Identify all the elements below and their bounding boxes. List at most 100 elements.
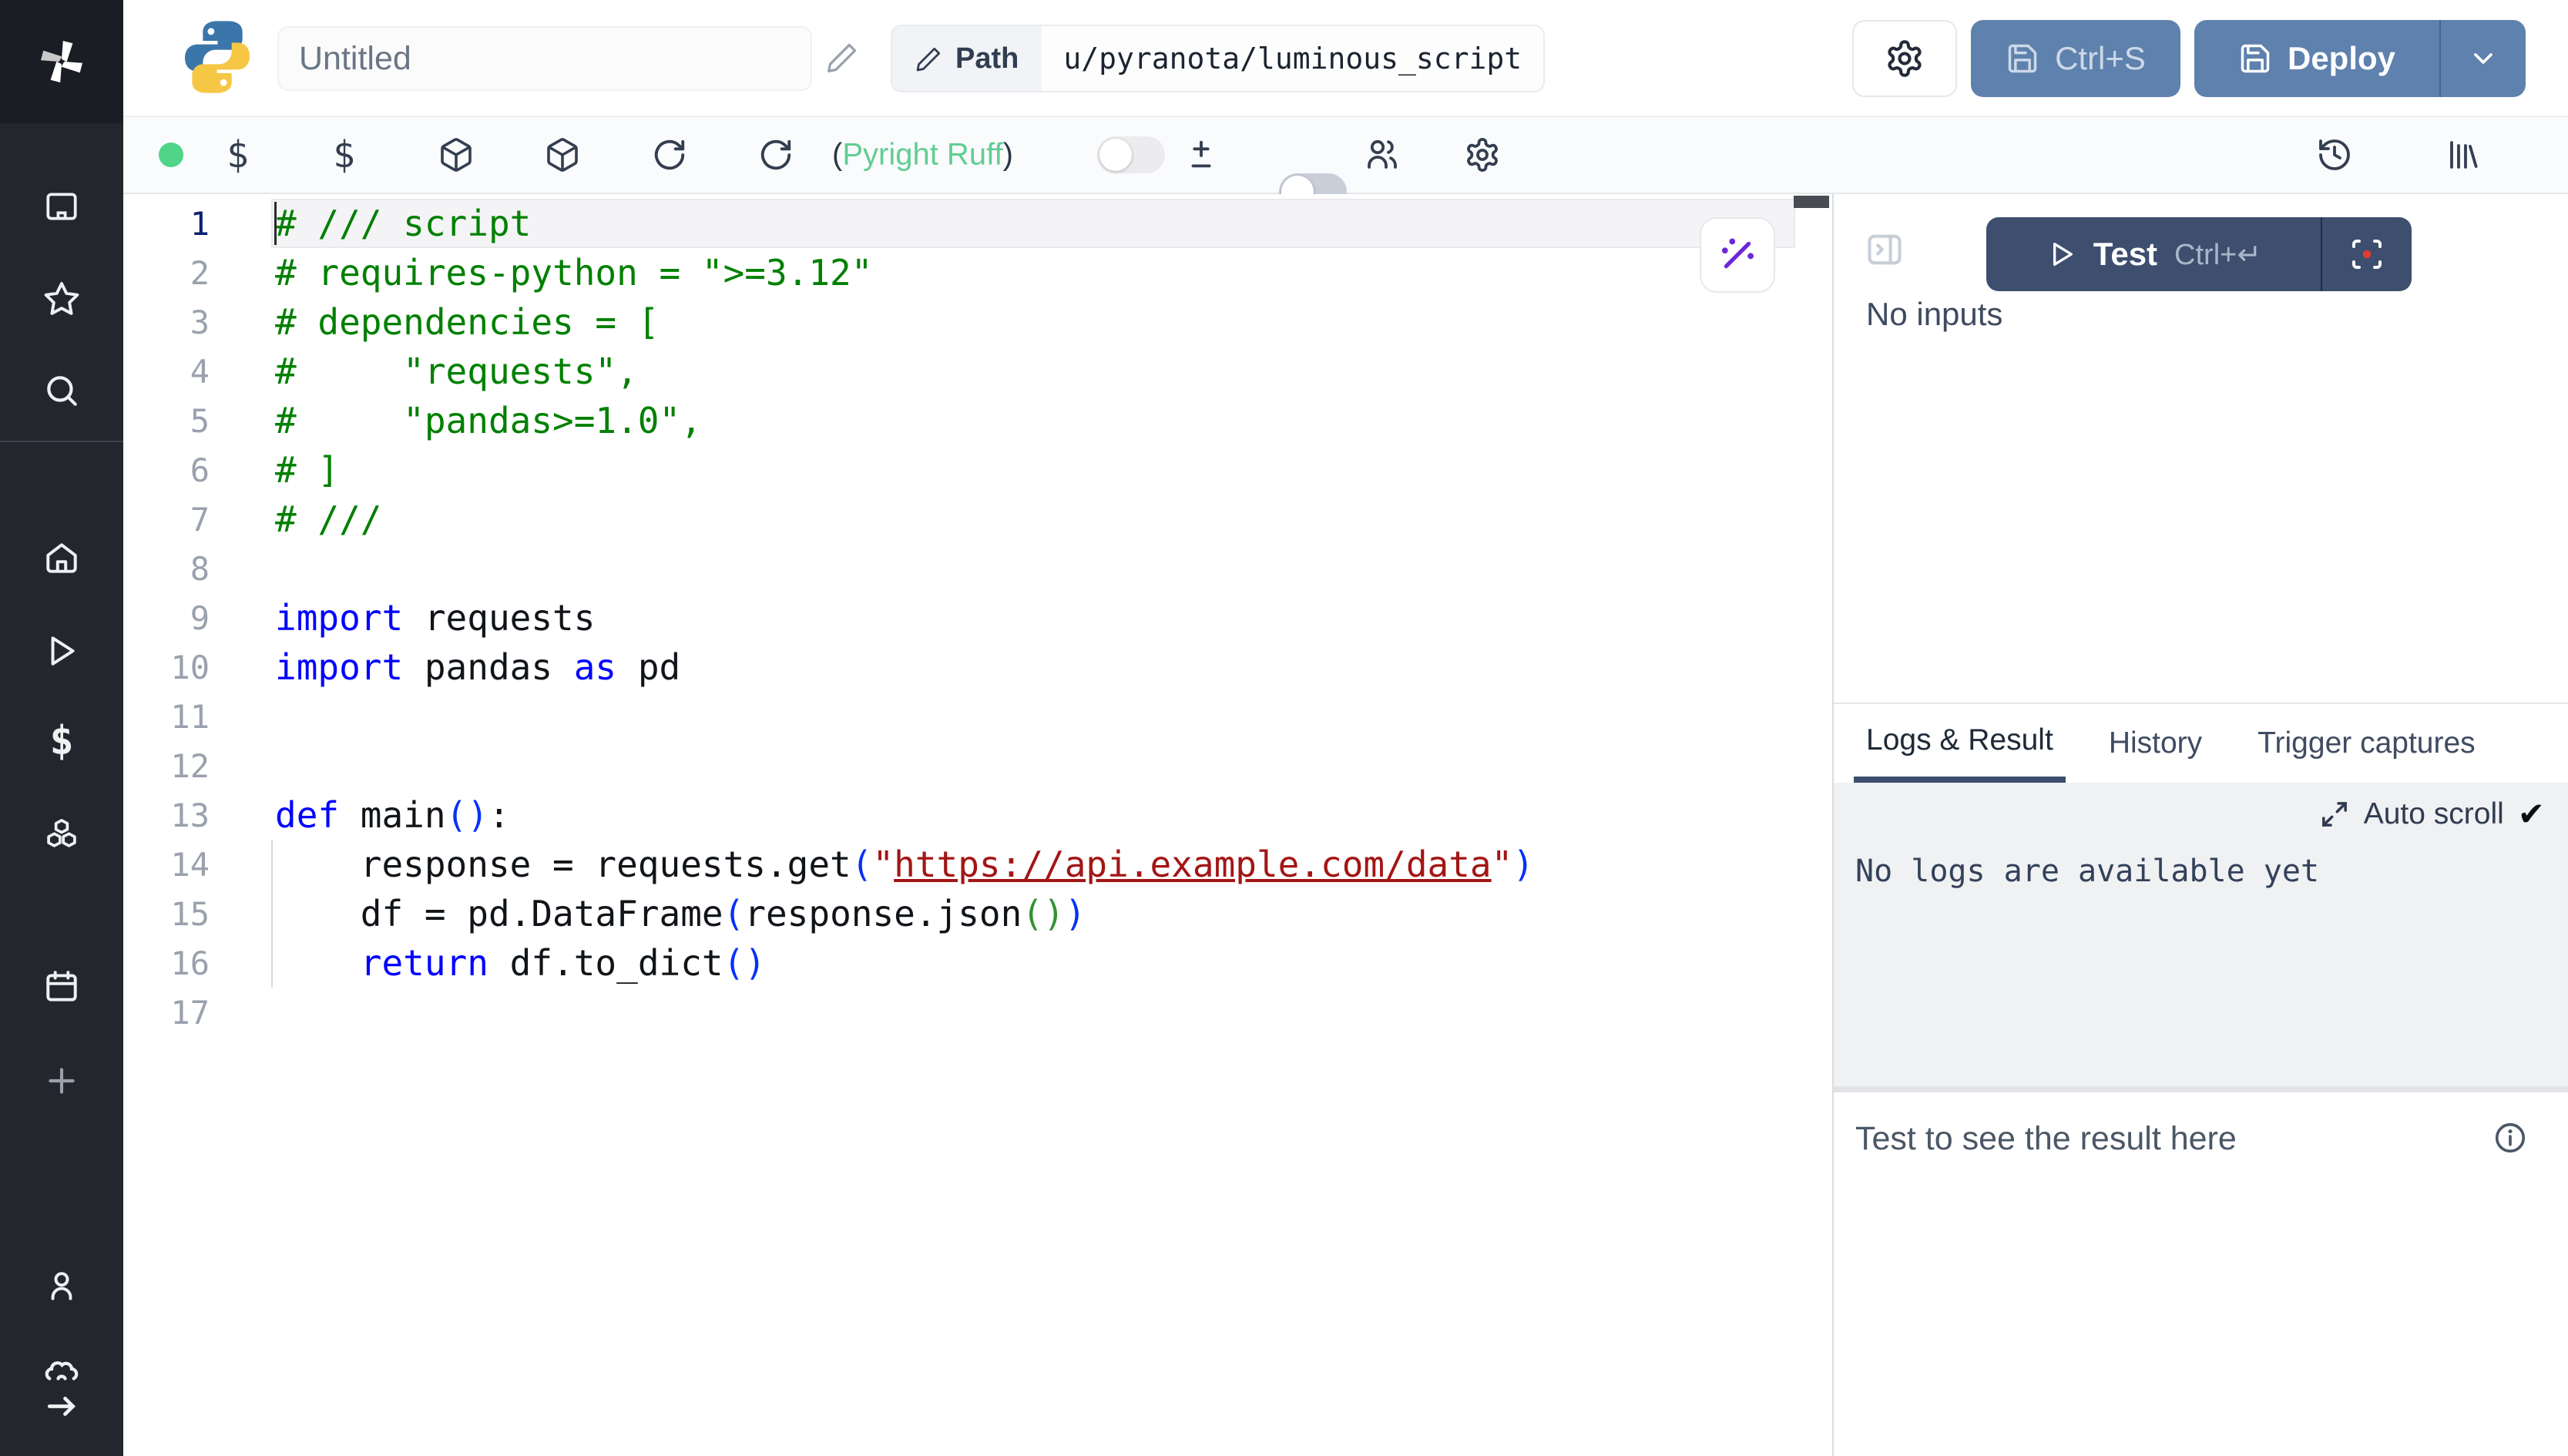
code-line[interactable]: 6 # ] bbox=[123, 445, 1832, 495]
code-line[interactable]: 3# dependencies = [ bbox=[123, 297, 1832, 347]
save-icon bbox=[2006, 42, 2039, 75]
refresh-icon bbox=[652, 137, 687, 173]
sidebar-item-schedules[interactable] bbox=[42, 968, 81, 1006]
path-chip[interactable]: Path bbox=[892, 26, 1042, 91]
sidebar-item-resources[interactable] bbox=[42, 815, 82, 855]
code-line[interactable]: 13 def main(): bbox=[123, 790, 1832, 840]
package-icon bbox=[544, 136, 581, 173]
tab-trigger-captures[interactable]: Trigger captures bbox=[2245, 704, 2488, 783]
app-logo[interactable] bbox=[0, 0, 123, 123]
diff-mode-toggle[interactable] bbox=[1097, 136, 1165, 173]
logs-result-divider[interactable] bbox=[1834, 1086, 2568, 1092]
line-number[interactable]: 11 bbox=[123, 698, 210, 736]
multiplayer-users-icon bbox=[1364, 136, 1401, 173]
language-assistants-label: (Pyright Ruff) bbox=[832, 138, 1013, 173]
history-button[interactable] bbox=[2316, 136, 2353, 173]
dollar-icon: $ bbox=[49, 718, 73, 764]
line-number[interactable]: 13 bbox=[123, 797, 210, 834]
code-line-content bbox=[271, 741, 1795, 790]
tab-logs-result[interactable]: Logs & Result bbox=[1854, 704, 2066, 783]
code-line[interactable]: 15 df = pd.DataFrame(response.json()) bbox=[123, 889, 1832, 938]
line-number[interactable]: 12 bbox=[123, 747, 210, 785]
sidebar-item-create[interactable] bbox=[42, 1062, 81, 1100]
test-button[interactable]: Test Ctrl+↵ bbox=[1986, 236, 2321, 273]
line-number[interactable]: 17 bbox=[123, 994, 210, 1032]
code-line-content bbox=[271, 544, 1795, 593]
code-line-content: # "requests", bbox=[271, 347, 1795, 396]
code-line[interactable]: 11 bbox=[123, 692, 1832, 741]
line-number[interactable]: 4 bbox=[123, 353, 210, 391]
code-line[interactable]: 16 return df.to_dict() bbox=[123, 938, 1832, 988]
code-line[interactable]: 2 # requires-python = ">=3.12" bbox=[123, 248, 1832, 297]
library-icon bbox=[2444, 136, 2481, 173]
code-line[interactable]: 4 # "requests", bbox=[123, 347, 1832, 396]
sidebar-item-home[interactable] bbox=[42, 539, 81, 578]
result-placeholder: Test to see the result here bbox=[1855, 1120, 2237, 1158]
line-number[interactable]: 10 bbox=[123, 649, 210, 686]
code-line[interactable]: 8 bbox=[123, 544, 1832, 593]
reload-lsp-button[interactable] bbox=[758, 137, 794, 173]
line-number[interactable]: 9 bbox=[123, 599, 210, 637]
editor-scrollbar-thumb[interactable] bbox=[1794, 196, 1829, 208]
code-line-content: # ] bbox=[271, 445, 1795, 495]
code-line[interactable]: 12 bbox=[123, 741, 1832, 790]
code-line-content: def main(): bbox=[271, 790, 1795, 840]
code-line[interactable]: 17 bbox=[123, 988, 1832, 1037]
sidebar-item-workspace[interactable] bbox=[42, 188, 81, 226]
save-draft-button[interactable]: Ctrl+S bbox=[1971, 20, 2180, 97]
package-explore-button[interactable] bbox=[438, 136, 475, 173]
deploy-button[interactable]: Deploy bbox=[2194, 20, 2439, 97]
users-icon bbox=[1364, 136, 1401, 173]
sidebar-item-user[interactable] bbox=[42, 1266, 81, 1305]
code-line[interactable]: 9import requests bbox=[123, 593, 1832, 642]
code-line[interactable]: 5# "pandas>=1.0", bbox=[123, 396, 1832, 445]
sidebar-item-runs[interactable] bbox=[42, 632, 81, 670]
code-line[interactable]: 1# /// script bbox=[123, 199, 1832, 248]
variables-picker-button[interactable]: $ bbox=[227, 133, 249, 176]
line-number[interactable]: 14 bbox=[123, 846, 210, 884]
package-lock-button[interactable] bbox=[544, 136, 581, 173]
editor-settings-button[interactable] bbox=[1464, 136, 1501, 173]
deploy-options-button[interactable] bbox=[2441, 20, 2526, 97]
code-editor[interactable]: 1# /// script 2 # requires-python = ">=3.1… bbox=[123, 194, 1832, 1456]
line-number[interactable]: 8 bbox=[123, 550, 210, 588]
ai-assist-button[interactable] bbox=[1700, 217, 1775, 293]
library-button[interactable] bbox=[2444, 136, 2481, 173]
deploy-label: Deploy bbox=[2288, 40, 2395, 77]
line-number[interactable]: 16 bbox=[123, 944, 210, 982]
result-info-button[interactable] bbox=[2492, 1120, 2528, 1156]
sidebar-item-variables[interactable]: $ bbox=[49, 718, 73, 764]
sidebar-item-search[interactable] bbox=[42, 371, 81, 410]
line-number[interactable]: 6 bbox=[123, 451, 210, 489]
path-field[interactable]: Path u/pyranota/luminous_script bbox=[891, 25, 1545, 92]
code-line[interactable]: 14 response = requests.get("https://api.… bbox=[123, 840, 1832, 889]
capture-run-button[interactable] bbox=[2322, 236, 2412, 273]
test-button-group: Test Ctrl+↵ bbox=[1986, 217, 2412, 291]
line-number[interactable]: 15 bbox=[123, 895, 210, 933]
line-number[interactable]: 1 bbox=[123, 205, 210, 243]
path-value[interactable]: u/pyranota/luminous_script bbox=[1042, 26, 1543, 91]
resources-picker-button[interactable]: $ bbox=[333, 133, 355, 176]
code-lines: 1# /// script 2 # requires-python = ">=3.1… bbox=[123, 199, 1832, 1037]
line-number[interactable]: 7 bbox=[123, 501, 210, 538]
line-number[interactable]: 2 bbox=[123, 254, 210, 292]
code-line-content: import pandas as pd bbox=[271, 642, 1795, 692]
edit-title-button[interactable] bbox=[826, 40, 860, 74]
line-number[interactable]: 3 bbox=[123, 304, 210, 341]
sidebar-item-favorites[interactable] bbox=[42, 279, 82, 319]
collapse-panel-button[interactable] bbox=[1865, 230, 1905, 270]
code-line[interactable]: 7# /// bbox=[123, 495, 1832, 544]
sidebar-item-expand[interactable] bbox=[41, 1357, 82, 1434]
line-number[interactable]: 5 bbox=[123, 402, 210, 440]
code-line-content: # requires-python = ">=3.12" bbox=[271, 248, 1795, 297]
script-settings-button[interactable] bbox=[1852, 20, 1957, 97]
windmill-logo-icon bbox=[34, 34, 89, 89]
run-panel: Test Ctrl+↵ No inputs Logs & ResultHisto… bbox=[1832, 194, 2568, 1456]
sidebar: $ bbox=[0, 0, 123, 1456]
pencil-icon bbox=[915, 45, 943, 72]
script-title-input[interactable]: Untitled bbox=[277, 26, 812, 91]
auto-scroll-control[interactable]: Auto scroll ✔ bbox=[2319, 795, 2545, 833]
code-line[interactable]: 10 import pandas as pd bbox=[123, 642, 1832, 692]
tab-history[interactable]: History bbox=[2096, 704, 2214, 783]
reload-button[interactable] bbox=[652, 137, 687, 173]
